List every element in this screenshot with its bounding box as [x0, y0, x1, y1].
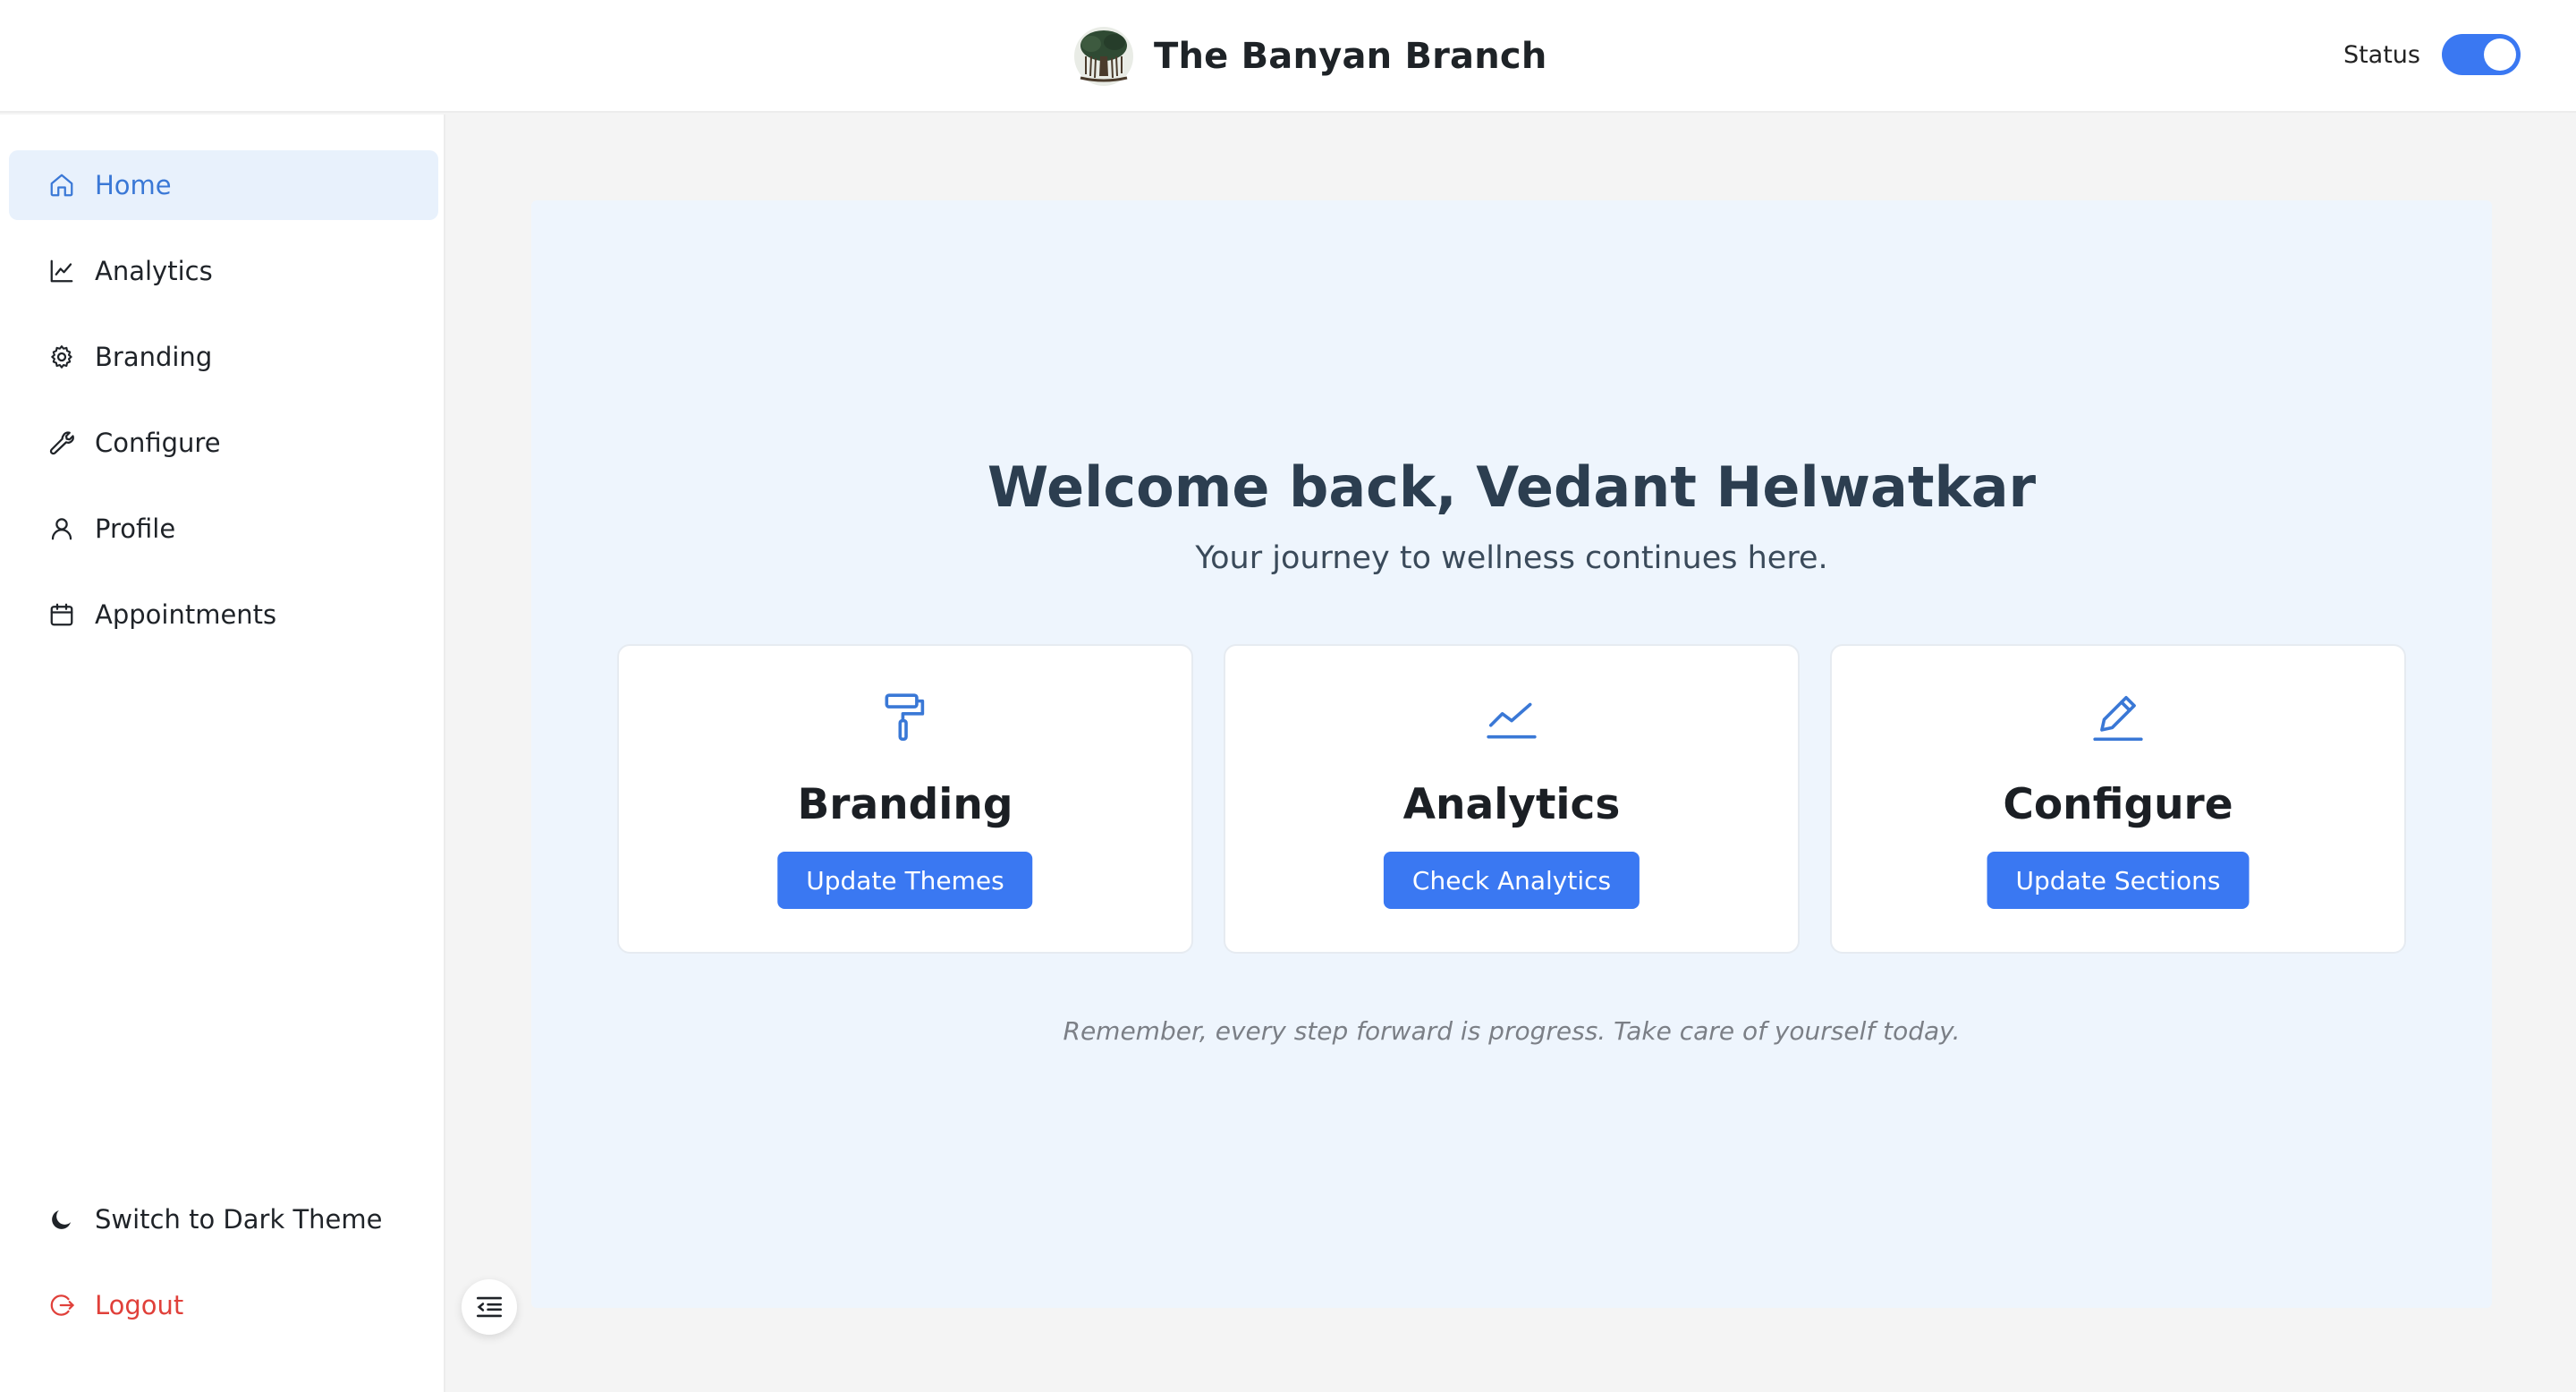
status-control: Status: [2343, 34, 2521, 75]
moon-icon: [48, 1206, 75, 1233]
collapse-sidebar-button[interactable]: [462, 1279, 517, 1335]
welcome-heading: Welcome back, Vedant Helwatkar: [987, 454, 2037, 520]
sidebar-item-analytics[interactable]: Analytics: [9, 236, 438, 306]
sidebar-item-label: Appointments: [95, 599, 277, 630]
sidebar-item-profile[interactable]: Profile: [9, 494, 438, 564]
chart-line-icon: [48, 258, 75, 284]
paint-roller-icon: [885, 693, 925, 742]
brand-name: The Banyan Branch: [1154, 36, 1547, 77]
update-sections-button[interactable]: Update Sections: [1987, 852, 2250, 909]
check-analytics-button[interactable]: Check Analytics: [1383, 852, 1640, 909]
card-title: Configure: [2003, 780, 2233, 829]
top-header: The Banyan Branch Status: [0, 0, 2576, 113]
card-title: Analytics: [1402, 780, 1621, 829]
sidebar-item-label: Branding: [95, 342, 213, 372]
home-icon: [48, 172, 75, 199]
sidebar-item-home[interactable]: Home: [9, 150, 438, 220]
calendar-icon: [48, 601, 75, 628]
branding-card: Branding Update Themes: [617, 644, 1193, 954]
update-themes-button[interactable]: Update Themes: [777, 852, 1033, 909]
theme-toggle-label: Switch to Dark Theme: [95, 1204, 383, 1235]
sidebar-item-label: Configure: [95, 428, 221, 458]
sidebar-item-label: Analytics: [95, 256, 213, 286]
sidebar-item-configure[interactable]: Configure: [9, 408, 438, 478]
status-label: Status: [2343, 40, 2420, 69]
logout-button[interactable]: Logout: [9, 1270, 438, 1340]
welcome-panel: Welcome back, Vedant Helwatkar Your jour…: [531, 200, 2492, 1308]
logout-label: Logout: [95, 1290, 184, 1320]
analytics-card: Analytics Check Analytics: [1224, 644, 1800, 954]
dark-theme-toggle[interactable]: Switch to Dark Theme: [9, 1184, 438, 1254]
gear-icon: [48, 344, 75, 370]
sidebar-item-label: Home: [95, 170, 172, 200]
motivational-quote: Remember, every step forward is progress…: [1063, 1016, 1961, 1046]
status-toggle[interactable]: [2442, 34, 2521, 75]
sidebar-item-branding[interactable]: Branding: [9, 322, 438, 392]
card-title: Branding: [797, 780, 1013, 829]
trend-line-icon: [1487, 702, 1537, 739]
banyan-tree-logo: [1074, 27, 1133, 86]
pencil-icon: [2093, 695, 2143, 742]
welcome-subtitle: Your journey to wellness continues here.: [1195, 540, 1828, 576]
logout-icon: [48, 1292, 75, 1319]
wrench-icon: [48, 429, 75, 456]
toggle-knob: [2484, 38, 2516, 71]
indent-icon: [476, 1296, 503, 1318]
brand[interactable]: The Banyan Branch: [1073, 24, 1547, 89]
configure-card: Configure Update Sections: [1830, 644, 2406, 954]
sidebar-item-label: Profile: [95, 514, 176, 544]
sidebar: Home Analytics Branding Configure Profil…: [0, 115, 445, 1392]
sidebar-item-appointments[interactable]: Appointments: [9, 580, 438, 649]
user-icon: [48, 515, 75, 542]
